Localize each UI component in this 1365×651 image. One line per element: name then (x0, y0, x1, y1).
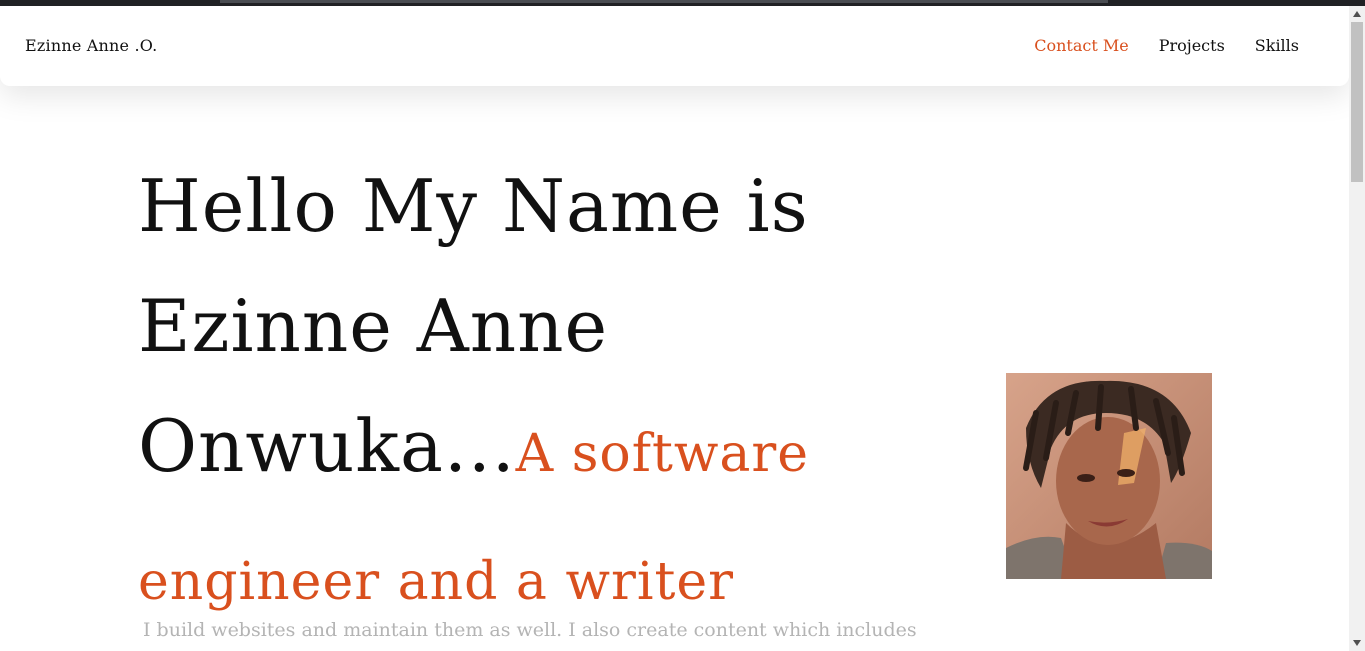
navbar: Ezinne Anne .O. Contact Me Projects Skil… (0, 6, 1349, 86)
nav-links: Contact Me Projects Skills (1034, 36, 1299, 55)
hero-paragraph: I build websites and maintain them as we… (143, 619, 917, 641)
page-viewport: Ezinne Anne .O. Contact Me Projects Skil… (0, 6, 1349, 651)
scroll-down-arrow-icon[interactable] (1349, 635, 1365, 651)
nav-link-contact-me[interactable]: Contact Me (1034, 36, 1128, 55)
nav-link-skills[interactable]: Skills (1255, 36, 1299, 55)
hero-section: Hello My Name is Ezinne Anne Onwuka...A … (138, 146, 918, 642)
page-scrollbar[interactable] (1349, 6, 1365, 651)
hero-title: Hello My Name is Ezinne Anne Onwuka...A … (138, 146, 918, 642)
brand-name[interactable]: Ezinne Anne .O. (25, 36, 157, 55)
scroll-up-arrow-icon[interactable] (1349, 6, 1365, 22)
nav-link-projects[interactable]: Projects (1159, 36, 1225, 55)
browser-tab-strip (220, 0, 1108, 3)
profile-photo (1006, 373, 1212, 579)
profile-photo-illustration (1006, 373, 1212, 579)
scrollbar-thumb[interactable] (1351, 22, 1363, 182)
